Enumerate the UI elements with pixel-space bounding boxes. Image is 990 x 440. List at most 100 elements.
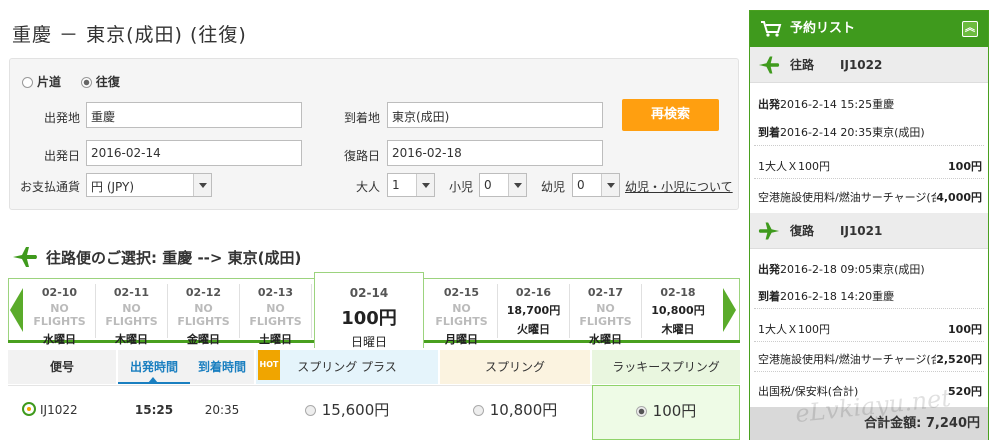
origin-label: 出発地 xyxy=(43,111,80,125)
child-select[interactable]: 0 xyxy=(479,173,527,197)
cart-icon xyxy=(761,21,782,37)
dep-key: 出発 xyxy=(758,98,780,111)
date-cell[interactable]: 02-11 NO FLIGHTS 木曜日 xyxy=(96,284,168,346)
date-cell[interactable]: 02-10 NO FLIGHTS 水曜日 xyxy=(24,284,96,346)
trip-type: 片道 往復 xyxy=(22,73,136,90)
col-flight: 便号 xyxy=(8,350,116,384)
col-fare-lucky-spring: ラッキースプリング xyxy=(592,350,740,384)
date-weekday: 水曜日 xyxy=(43,333,76,346)
collapse-icon[interactable]: ︽ xyxy=(962,21,978,37)
fare-radio[interactable] xyxy=(472,405,484,416)
research-button[interactable]: 再検索 xyxy=(622,99,719,131)
fee-label: 空港施設使用料/燃油サーチャージ(合計) xyxy=(758,353,957,366)
fare-lucky-spring-option[interactable]: 100円 xyxy=(592,385,740,440)
date-weekday: 金曜日 xyxy=(187,333,220,346)
fare-spring-plus-label: スプリング プラス xyxy=(297,360,397,374)
plane-icon xyxy=(13,247,37,267)
infant-label: 幼児 xyxy=(540,180,565,194)
arr-value: 2016-2-18 14:20重慶 xyxy=(780,290,895,303)
kids-info-link[interactable]: 幼児・小児について xyxy=(625,178,733,195)
outbound-fee-line: 空港施設使用料/燃油サーチャージ(合計) 4,000円 xyxy=(758,189,982,205)
arr-key: 到着 xyxy=(758,126,780,139)
depart-date-input[interactable]: 2016-02-14 xyxy=(86,140,302,166)
oneway-radio[interactable] xyxy=(22,77,33,88)
plane-icon xyxy=(758,56,780,74)
adult-select[interactable]: 1 xyxy=(387,173,435,197)
currency-label: お支払通貨 xyxy=(19,180,80,194)
fare-spring-price: 10,800円 xyxy=(489,401,558,419)
return-date-input[interactable]: 2016-02-18 xyxy=(387,140,603,166)
roundtrip-label[interactable]: 往復 xyxy=(96,75,120,89)
arr-value: 2016-2-14 20:35東京(成田) xyxy=(780,126,925,139)
dep-key: 出発 xyxy=(758,263,780,276)
tax-value: 520円 xyxy=(948,385,982,398)
booking-list-panel: 予約リスト ︽ 往路 IJ1022 出発2016-2-14 15:25重慶 到着2… xyxy=(749,10,989,440)
date-weekday: 木曜日 xyxy=(661,323,695,336)
origin-input[interactable]: 重慶 xyxy=(86,102,302,128)
currency-value: 円 (JPY) xyxy=(91,180,135,194)
fare-spring-plus-option[interactable]: 15,600円 xyxy=(256,385,438,435)
page-title: 重慶 － 東京(成田) (往復) xyxy=(12,24,247,46)
date-cell[interactable]: 02-15 NO FLIGHTS 月曜日 xyxy=(426,284,498,346)
depart-time: 15:25 xyxy=(134,403,174,417)
next-dates-arrow-icon[interactable] xyxy=(722,288,736,332)
depart-label: 出発日 xyxy=(43,149,80,163)
dest-input[interactable]: 東京(成田) xyxy=(387,102,603,128)
prev-dates-arrow-icon[interactable] xyxy=(10,288,24,332)
outbound-dep-line: 出発2016-2-14 15:25重慶 xyxy=(758,96,982,112)
outbound-fare-line: 1大人Ｘ100円 100円 xyxy=(758,158,982,174)
date-price: NO FLIGHTS xyxy=(33,302,86,328)
oneway-label[interactable]: 片道 xyxy=(37,75,61,89)
date-cell-selected[interactable]: 02-14 100円 日曜日 xyxy=(314,272,424,349)
return-fare-line: 1大人Ｘ100円 100円 xyxy=(758,321,982,337)
fare-label: 1大人Ｘ100円 xyxy=(758,160,830,173)
chevron-down-icon xyxy=(508,174,526,196)
airline-logo-icon xyxy=(22,402,36,416)
fare-radio[interactable] xyxy=(304,405,316,416)
booking-list-header: 予約リスト ︽ xyxy=(750,11,988,47)
return-fee-line: 空港施設使用料/燃油サーチャージ(合計) 2,520円 xyxy=(758,351,982,367)
fare-spring-option[interactable]: 10,800円 xyxy=(440,385,590,435)
search-panel: 片道 往復 出発地 重慶 到着地 東京(成田) 再検索 出発日 2016-02-… xyxy=(9,58,739,210)
date-weekday: 土曜日 xyxy=(259,333,292,346)
divider xyxy=(754,178,984,179)
fare-value: 100円 xyxy=(948,160,982,173)
currency-select[interactable]: 円 (JPY) xyxy=(86,173,212,197)
date-price: NO FLIGHTS xyxy=(579,302,632,328)
dep-value: 2016-2-14 15:25重慶 xyxy=(780,98,895,111)
return-dep-line: 出発2016-2-18 09:05東京(成田) xyxy=(758,261,982,277)
booking-list-title: 予約リスト xyxy=(790,21,856,36)
arrive-time: 20:35 xyxy=(204,403,240,417)
date-cell[interactable]: 02-17 NO FLIGHTS 水曜日 xyxy=(570,284,642,346)
date-weekday: 水曜日 xyxy=(589,333,622,346)
col-fare-spring-plus: スプリング プラス xyxy=(256,350,438,384)
date-label: 02-15 xyxy=(443,286,480,299)
date-weekday: 日曜日 xyxy=(350,335,387,349)
infant-select[interactable]: 0 xyxy=(572,173,620,197)
date-cell[interactable]: 02-13 NO FLIGHTS 土曜日 xyxy=(240,284,312,346)
roundtrip-radio[interactable] xyxy=(80,77,92,88)
date-price: 18,700円 xyxy=(506,304,561,317)
outbound-summary-header: 往路 IJ1022 xyxy=(750,47,988,83)
date-price: 10,800円 xyxy=(651,304,705,317)
date-cell[interactable]: 02-18 10,800円 木曜日 xyxy=(642,284,714,338)
divider xyxy=(754,145,984,146)
dest-label: 到着地 xyxy=(343,111,380,125)
fare-lucky-spring-price: 100円 xyxy=(652,402,697,420)
col-fare-spring: スプリング xyxy=(440,350,590,384)
fare-radio-selected[interactable] xyxy=(635,406,647,417)
sort-indicator-icon xyxy=(148,377,158,383)
date-label: 02-18 xyxy=(660,286,696,299)
fee-value: 2,520円 xyxy=(936,351,982,367)
date-cell[interactable]: 02-16 18,700円 火曜日 xyxy=(498,284,570,338)
hot-badge: HOT xyxy=(258,350,280,380)
date-label: 02-11 xyxy=(113,286,150,299)
dep-value: 2016-2-18 09:05東京(成田) xyxy=(780,263,925,276)
flight-number: IJ1022 xyxy=(40,403,78,417)
date-cell[interactable]: 02-12 NO FLIGHTS 金曜日 xyxy=(168,284,240,346)
plane-icon xyxy=(758,222,780,240)
fare-value: 100円 xyxy=(948,323,982,336)
adult-value: 1 xyxy=(392,178,400,192)
fare-spring-plus-price: 15,600円 xyxy=(321,401,390,419)
col-arrive-sort[interactable]: 到着時間 xyxy=(190,350,254,384)
